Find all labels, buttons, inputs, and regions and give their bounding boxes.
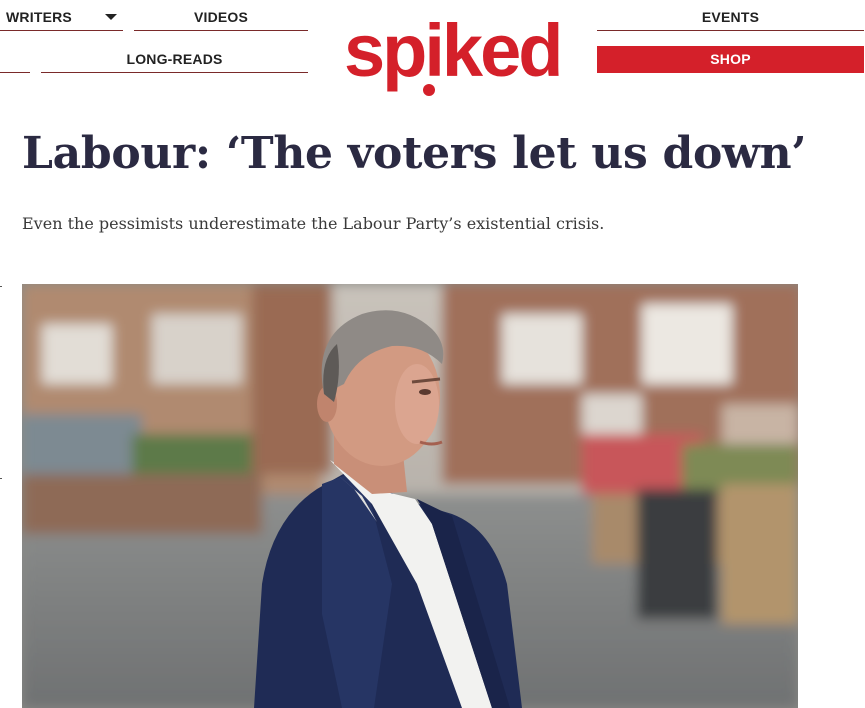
nav-writers-label: WRITERS [6, 9, 72, 25]
spiked-logo[interactable]: spiked [340, 4, 568, 96]
logo-dot [423, 84, 435, 96]
nav-writers-dropdown[interactable]: WRITERS [0, 0, 123, 31]
logo-text: spiked [344, 9, 560, 92]
article-standfirst: Even the pessimists underestimate the La… [22, 214, 605, 233]
nav-videos-link[interactable]: VIDEOS [134, 0, 308, 31]
edge-tick [0, 478, 2, 479]
caret-down-icon [105, 14, 117, 20]
article-headline: Labour: ‘The voters let us down’ [22, 128, 807, 179]
nav-shop-button[interactable]: SHOP [597, 46, 864, 73]
nav-events-link[interactable]: EVENTS [597, 0, 864, 31]
nav-divider [0, 42, 30, 73]
hero-photo [22, 284, 798, 708]
edge-tick [0, 286, 2, 287]
nav-long-reads-link[interactable]: LONG-READS [41, 42, 308, 73]
hero-image [22, 284, 798, 708]
